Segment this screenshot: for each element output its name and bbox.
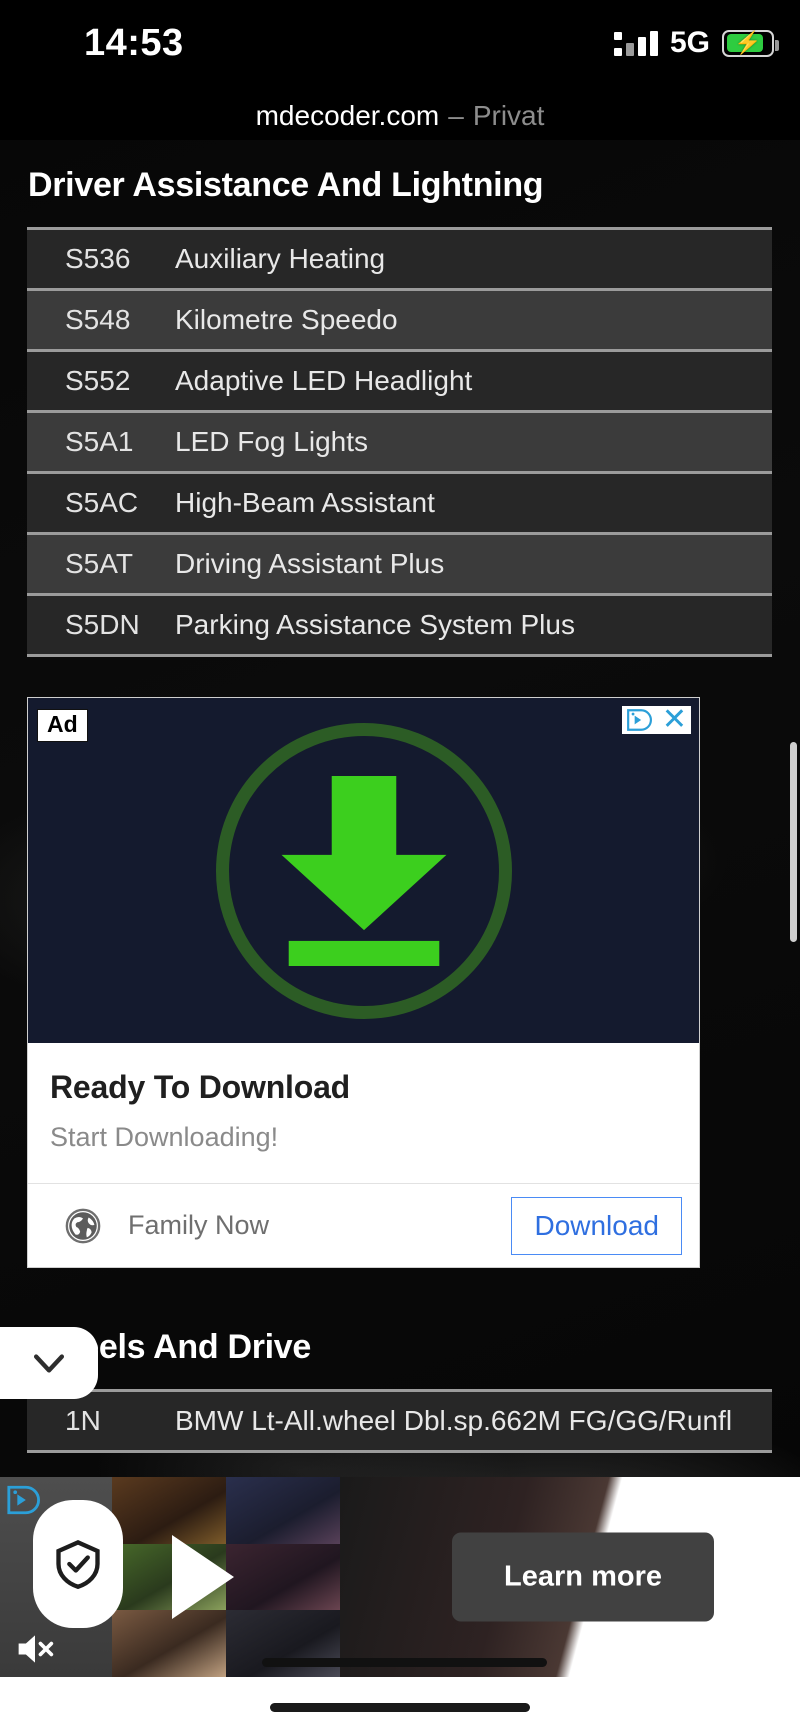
spec-code: S548 xyxy=(65,304,131,335)
ad-subtext: Start Downloading! xyxy=(50,1122,279,1152)
download-button[interactable]: Download xyxy=(511,1196,682,1255)
phone-screen: 14:53 5G ⚡ mdecoder.com – Privat Driver … xyxy=(0,0,800,1730)
ad-advertiser-name: Family Now xyxy=(128,1210,270,1240)
spec-name: High-Beam Assistant xyxy=(175,487,435,518)
shield-check-icon xyxy=(56,1539,100,1590)
collapse-ad-button[interactable] xyxy=(0,1327,98,1399)
spec-code: S552 xyxy=(65,365,131,396)
page-scrollbar[interactable] xyxy=(790,742,797,942)
status-time: 14:53 xyxy=(84,22,184,64)
table-row[interactable]: S5A1 LED Fog Lights xyxy=(27,413,772,474)
spec-table-driver-assistance: S536 Auxiliary Heating S548 Kilometre Sp… xyxy=(27,227,772,657)
table-row[interactable]: S5AT Driving Assistant Plus xyxy=(27,535,772,596)
play-icon[interactable] xyxy=(172,1535,234,1619)
shield-check-badge[interactable] xyxy=(33,1500,123,1628)
url-domain-label: mdecoder.com xyxy=(255,100,440,131)
table-row[interactable]: S548 Kilometre Speedo xyxy=(27,291,772,352)
ad-headline: Ready To Download xyxy=(50,1069,351,1105)
spec-name: Driving Assistant Plus xyxy=(175,548,445,579)
spec-code: 1N xyxy=(65,1405,101,1436)
spec-table-wheels-and-drive: 1N BMW Lt-All.wheel Dbl.sp.662M FG/GG/Ru… xyxy=(27,1389,772,1453)
spec-name: Kilometre Speedo xyxy=(175,304,398,335)
home-indicator-area xyxy=(0,1677,800,1730)
section-title-wheels-and-drive: Wheels And Drive xyxy=(28,1328,312,1366)
video-progress-bar[interactable] xyxy=(262,1658,547,1667)
network-type-label: 5G xyxy=(669,26,710,59)
private-mode-label: Privat xyxy=(472,100,545,131)
globe-icon xyxy=(65,1208,101,1243)
adchoices-icon[interactable] xyxy=(6,1483,40,1517)
close-x-icon[interactable]: ✕ xyxy=(662,705,687,735)
sticky-video-ad[interactable]: Learn more xyxy=(0,1477,800,1677)
volume-muted-icon[interactable] xyxy=(13,1629,57,1669)
display-ad[interactable]: Ad ✕ Ready To Download Start Downloading… xyxy=(27,697,700,1268)
table-row[interactable]: S5AC High-Beam Assistant xyxy=(27,474,772,535)
ad-creative[interactable]: Ad ✕ xyxy=(28,698,699,1043)
ad-controls[interactable]: ✕ xyxy=(621,705,691,735)
spec-code: S536 xyxy=(65,243,131,274)
signal-bars-icon xyxy=(613,30,658,56)
ad-badge-label: Ad xyxy=(37,709,88,742)
battery-charging-icon: ⚡ xyxy=(722,29,779,57)
status-bar: 14:53 5G ⚡ xyxy=(0,0,800,90)
browser-url-bar[interactable]: mdecoder.com – Privat xyxy=(0,92,800,140)
table-row[interactable]: 1N BMW Lt-All.wheel Dbl.sp.662M FG/GG/Ru… xyxy=(27,1392,772,1453)
learn-more-button[interactable]: Learn more xyxy=(452,1532,714,1622)
spec-code: S5DN xyxy=(65,609,140,640)
adchoices-icon[interactable] xyxy=(626,707,652,733)
url-mode-separator: – xyxy=(448,100,464,131)
table-row[interactable]: S552 Adaptive LED Headlight xyxy=(27,352,772,413)
page-content: Driver Assistance And Lightning S536 Aux… xyxy=(0,140,800,1453)
spec-name: Adaptive LED Headlight xyxy=(175,365,473,396)
spec-name: Auxiliary Heating xyxy=(175,243,386,274)
home-indicator[interactable] xyxy=(270,1703,530,1712)
section-title-driver-assistance: Driver Assistance And Lightning xyxy=(28,166,544,204)
ad-footer: Family Now Download xyxy=(28,1183,699,1267)
chevron-down-icon xyxy=(33,1354,65,1373)
ad-text-block: Ready To Download Start Downloading! xyxy=(28,1043,699,1183)
table-row[interactable]: S5DN Parking Assistance System Plus xyxy=(27,596,772,657)
spec-name: BMW Lt-All.wheel Dbl.sp.662M FG/GG/Runfl xyxy=(175,1405,733,1436)
table-row[interactable]: S536 Auxiliary Heating xyxy=(27,230,772,291)
status-indicators: 5G ⚡ xyxy=(613,26,779,60)
spec-name: Parking Assistance System Plus xyxy=(175,609,575,640)
spec-code: S5AT xyxy=(65,548,133,579)
download-arrow-icon xyxy=(281,775,446,966)
spec-code: S5A1 xyxy=(65,426,134,457)
spec-code: S5AC xyxy=(65,487,139,518)
spec-name: LED Fog Lights xyxy=(175,426,368,457)
